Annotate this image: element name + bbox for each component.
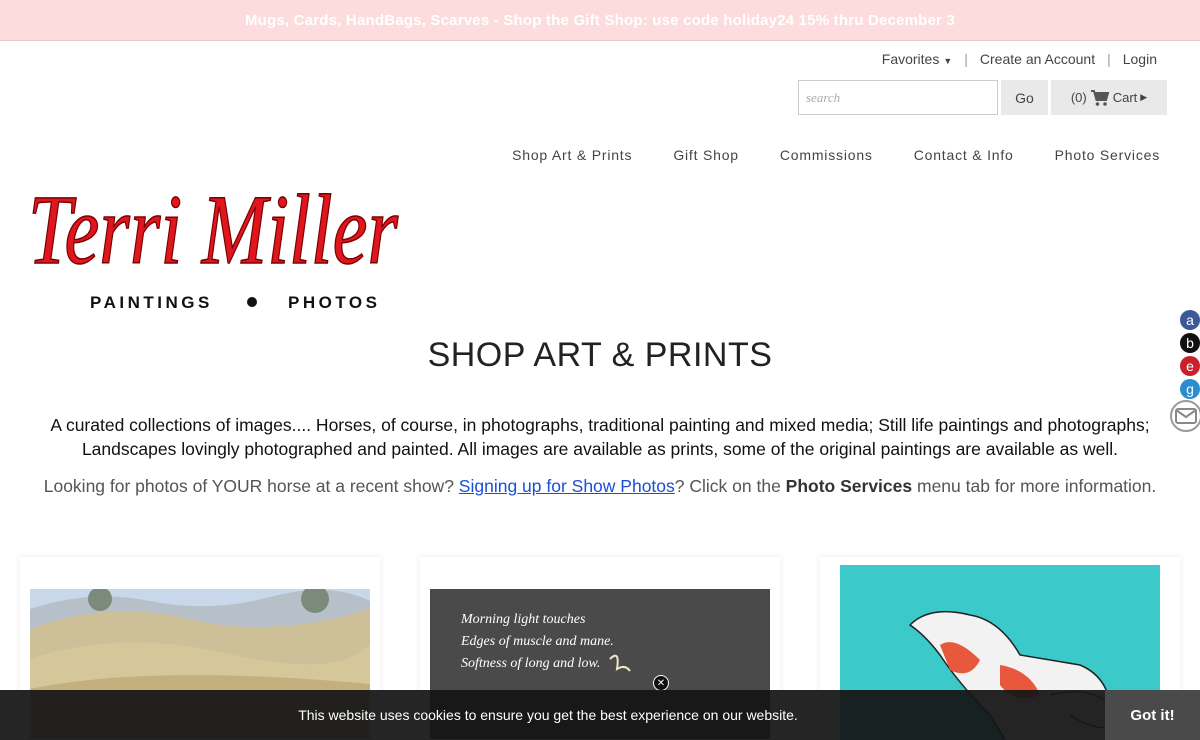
cart-count: (0) xyxy=(1070,90,1087,105)
social-share-bar: a b e g xyxy=(1178,310,1200,402)
search-go-button[interactable]: Go xyxy=(1001,80,1048,115)
nav-gift-shop[interactable]: Gift Shop xyxy=(673,147,739,163)
page-title: SHOP ART & PRINTS xyxy=(427,336,773,374)
show-photos-link[interactable]: Signing up for Show Photos xyxy=(459,476,675,496)
caret-right-icon: ▶ xyxy=(1140,92,1148,102)
logo-tagline-paintings: PAINTINGS xyxy=(90,293,213,312)
caret-down-icon: ▼ xyxy=(943,56,953,66)
cart-icon xyxy=(1090,89,1110,106)
google-icon[interactable]: g xyxy=(1180,379,1200,399)
cookie-banner: This website uses cookies to ensure you … xyxy=(0,690,1200,740)
cookie-accept-button[interactable]: Got it! xyxy=(1105,690,1200,740)
promo-banner-text: Mugs, Cards, HandBags, Scarves - Shop th… xyxy=(244,11,956,29)
cart-label: Cart xyxy=(1112,90,1138,105)
logo-dot xyxy=(247,297,257,307)
nav-commissions[interactable]: Commissions xyxy=(780,147,873,163)
main-nav: Shop Art & Prints Gift Shop Commissions … xyxy=(512,147,1160,163)
nav-shop-art-prints[interactable]: Shop Art & Prints xyxy=(512,147,632,163)
cart-button[interactable]: (0) Cart ▶ xyxy=(1051,80,1167,115)
logo-script-name: Terri Miller xyxy=(28,174,399,285)
photo-services-mention: Photo Services xyxy=(785,476,913,496)
facebook-icon[interactable]: a xyxy=(1180,310,1200,330)
show-photos-note: Looking for photos of YOUR horse at a re… xyxy=(43,476,1157,496)
bird-icon xyxy=(609,654,631,672)
poem-line: Morning light touches xyxy=(461,612,586,627)
create-account-link[interactable]: Create an Account xyxy=(980,51,1095,67)
account-links: Favorites ▼ | Create an Account | Login xyxy=(882,51,1157,67)
divider: | xyxy=(1107,51,1111,67)
login-link[interactable]: Login xyxy=(1123,51,1157,67)
favorites-link[interactable]: Favorites ▼ xyxy=(882,51,953,67)
poem-line: Softness of long and low. xyxy=(461,656,601,671)
intro-text: A curated collections of images.... Hors… xyxy=(50,415,1150,459)
twitter-icon[interactable]: b xyxy=(1180,333,1200,353)
divider: | xyxy=(964,51,968,67)
nav-contact-info[interactable]: Contact & Info xyxy=(914,147,1014,163)
poem-line: Edges of muscle and mane. xyxy=(461,634,614,649)
mail-icon xyxy=(1175,408,1197,424)
email-share-button[interactable] xyxy=(1170,400,1200,432)
promo-banner[interactable]: Mugs, Cards, HandBags, Scarves - Shop th… xyxy=(0,0,1200,41)
close-icon[interactable]: ✕ xyxy=(653,675,669,691)
cookie-message: This website uses cookies to ensure you … xyxy=(298,707,798,723)
nav-photo-services[interactable]: Photo Services xyxy=(1055,147,1160,163)
pinterest-icon[interactable]: e xyxy=(1180,356,1200,376)
site-logo[interactable]: Terri Miller PAINTINGS PHOTOS xyxy=(20,155,405,315)
logo-tagline-photos: PHOTOS xyxy=(288,293,380,312)
search-input[interactable] xyxy=(798,80,998,115)
